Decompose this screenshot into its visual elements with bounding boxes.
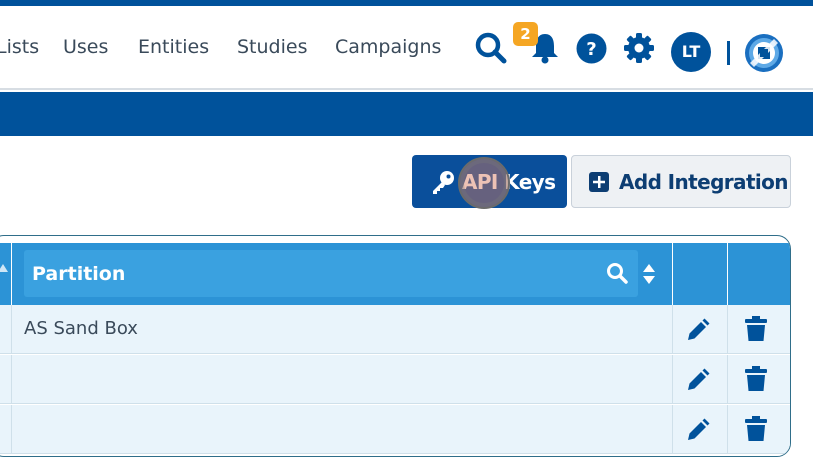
table-header: Partition [0,243,790,305]
row-cell-prev [0,405,12,454]
api-keys-label: API Keys [462,169,556,194]
trash-icon[interactable] [745,416,767,442]
key-icon [433,170,454,194]
trash-icon[interactable] [745,366,767,392]
add-integration-button[interactable]: Add Integration [571,155,791,208]
api-keys-button[interactable]: API Keys [412,155,567,208]
cell-divider [672,305,673,354]
cell-divider [727,405,728,454]
header-cell-prev [0,243,12,305]
edit-icon[interactable] [686,318,710,342]
row-cell-prev [0,305,12,354]
column-search-icon[interactable] [606,262,628,284]
table-row: AS Sand Box [0,305,790,354]
svg-text:?: ? [586,39,596,60]
row-cell-prev [0,355,12,404]
gear-icon[interactable] [623,32,655,64]
app-logo-icon[interactable] [744,33,784,73]
edit-icon[interactable] [686,368,710,392]
nav-link-uses[interactable]: Uses [63,36,108,58]
partition-cell: AS Sand Box [24,318,138,339]
top-navbar: Lists Uses Entities Studies Campaigns 2 … [0,6,813,90]
partition-header-label: Partition [32,263,126,285]
cell-divider [727,355,728,404]
header-cell-partition[interactable]: Partition [24,250,655,297]
user-avatar[interactable]: LT [671,32,711,72]
plus-square-icon [589,171,609,192]
trash-icon[interactable] [745,316,767,342]
cell-divider [727,305,728,354]
cell-divider [672,405,673,454]
edit-icon[interactable] [686,418,710,442]
search-icon[interactable] [474,31,508,65]
header-cell-edit [672,243,726,305]
cell-divider [672,355,673,404]
integrations-table: Partition AS Sand Box [0,235,791,457]
nav-link-entities[interactable]: Entities [138,36,209,58]
sort-icon[interactable] [642,263,656,285]
nav-link-studies[interactable]: Studies [237,36,307,58]
add-integration-label: Add Integration [619,169,789,194]
nav-link-lists[interactable]: Lists [0,36,39,58]
notification-badge: 2 [513,22,538,46]
help-icon[interactable]: ? [576,33,607,64]
table-row [0,405,790,454]
header-cell-delete [727,243,790,305]
nav-link-campaigns[interactable]: Campaigns [335,36,441,58]
table-row [0,355,790,404]
nav-separator [727,41,730,65]
sort-icon[interactable] [0,263,8,285]
page-header-band [0,92,813,136]
